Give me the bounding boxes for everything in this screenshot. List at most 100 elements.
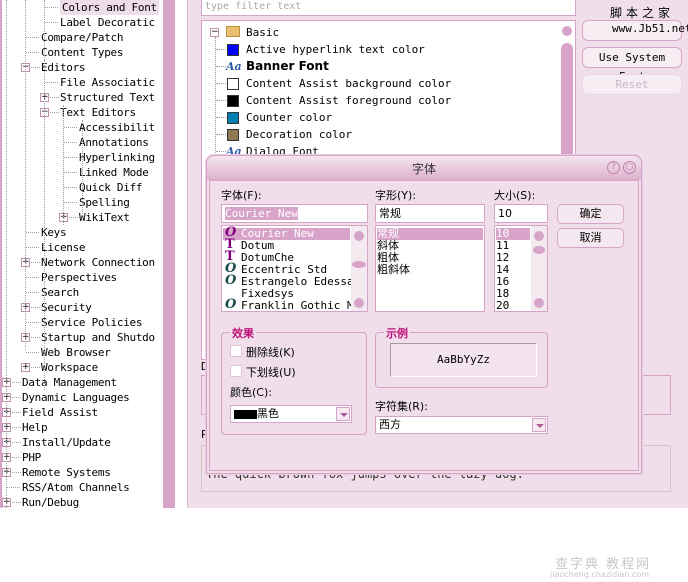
tree-item[interactable]: Content Types (2, 45, 163, 60)
style-label: 字形(Y): (375, 189, 417, 202)
opentype-font-icon: O (225, 297, 237, 312)
tree-item-label: Compare/Patch (41, 31, 124, 44)
filter-input[interactable]: type filter text (201, 0, 576, 16)
tree-item[interactable]: Service Policies (2, 315, 163, 330)
scroll-down-button[interactable] (354, 298, 364, 308)
tree-item[interactable]: + Install/Update (2, 435, 163, 450)
reset-button[interactable]: Reset (582, 74, 682, 95)
tree-item-label: Security (41, 301, 92, 314)
opentype-font-icon: O (225, 273, 237, 288)
collapse-icon[interactable]: − (210, 28, 219, 37)
tree-item[interactable]: + Workspace (2, 360, 163, 375)
tree-item-label: Quick Diff (79, 181, 143, 194)
tree-item[interactable]: RSS/Atom Channels (2, 480, 163, 495)
tree-item-label: Colors and Font (60, 0, 159, 15)
tree-item[interactable]: + Data Management (2, 375, 163, 390)
item-label: Banner Font (246, 59, 329, 73)
dialog-titlebar[interactable]: 字体 ? ○ (207, 156, 641, 180)
font-name: Franklin Gothic Me (241, 299, 361, 312)
category-label: Basic (246, 26, 280, 39)
tree-item[interactable]: + Dynamic Languages (2, 390, 163, 405)
tree-item-label: Web Browser (41, 346, 111, 359)
font-name-input[interactable]: Courier New (221, 204, 368, 223)
item-label: Content Assist background color (246, 77, 452, 90)
scroll-down-button[interactable] (534, 298, 544, 308)
color-select[interactable]: 黑色 (230, 405, 352, 423)
scroll-up-button[interactable] (534, 231, 544, 241)
tree-item-label: File Associatic (60, 76, 155, 89)
font-size-input[interactable]: 10 (494, 204, 548, 223)
cancel-button[interactable]: 取消 (557, 228, 624, 248)
close-icon[interactable]: ○ (623, 161, 636, 174)
charset-select[interactable]: 西方 (375, 416, 548, 434)
tree-item[interactable]: + Structured Text (2, 90, 163, 105)
tree-item-label: RSS/Atom Channels (22, 481, 130, 494)
font-list[interactable]: O Courier New T Dotum T DotumChe O Eccentric St… (221, 225, 368, 312)
color-font-item[interactable]: Decoration color (216, 126, 556, 143)
chevron-down-icon[interactable] (532, 418, 546, 432)
font-style-list[interactable]: 常规 斜体 粗体 粗斜体 (375, 225, 485, 312)
tree-item[interactable]: + Field Assist (2, 405, 163, 420)
tree-item-label: Accessibilit (79, 121, 155, 134)
style-list-item[interactable]: 粗斜体 (377, 264, 483, 276)
font-size-list[interactable]: 10 11 12 14 16 18 20 (494, 225, 548, 312)
scroll-up-button[interactable] (354, 231, 364, 241)
tree-item[interactable]: + Network Connection (2, 255, 163, 270)
size-list-item[interactable]: 20 (496, 300, 530, 312)
tree-item[interactable]: Label Decoratic (2, 15, 163, 30)
tree-item[interactable]: Search (2, 285, 163, 300)
sample-group: 示例 AaBbYyZz (375, 325, 548, 388)
color-font-item[interactable]: Active hyperlink text color (216, 41, 556, 58)
tree-item[interactable]: Keys (2, 225, 163, 240)
tree-item-label: Spelling (79, 196, 130, 209)
size-list-scrollbar[interactable] (531, 226, 547, 311)
chevron-down-icon[interactable] (336, 407, 350, 421)
tree-item[interactable]: + Remote Systems (2, 465, 163, 480)
tree-item-label: Install/Update (22, 436, 111, 449)
sample-title: 示例 (384, 325, 410, 341)
tree-item[interactable]: License (2, 240, 163, 255)
color-swatch-icon (227, 95, 239, 107)
tree-item[interactable]: Web Browser (2, 345, 163, 360)
tree-item[interactable]: + Security (2, 300, 163, 315)
tree-item[interactable]: File Associatic (2, 75, 163, 90)
color-font-item[interactable]: Aa Banner Font (216, 58, 556, 75)
strikeout-checkbox[interactable] (230, 345, 242, 357)
scroll-thumb[interactable] (533, 246, 545, 254)
preferences-tree[interactable]: Colors and Font Label Decoratic Compare/Pa… (0, 0, 163, 508)
tree-item-label: Structured Text (60, 91, 155, 104)
tree-item[interactable]: Compare/Patch (2, 30, 163, 45)
scroll-thumb[interactable] (352, 261, 366, 268)
tree-item-label: Hyperlinking (79, 151, 155, 164)
tree-item-label: Label Decoratic (60, 16, 155, 29)
ok-button[interactable]: 确定 (557, 204, 624, 224)
preferences-tree-scrollbar[interactable] (163, 0, 175, 508)
tree-guide-line (44, 0, 45, 60)
tree-guide-line (63, 105, 64, 225)
tree-item[interactable]: + Startup and Shutdo (2, 330, 163, 345)
use-system-font-button[interactable]: Use System Font (582, 47, 682, 83)
tree-item[interactable]: + Help (2, 420, 163, 435)
tree-guide-line (82, 120, 83, 220)
tree-item[interactable]: Colors and Font (2, 0, 163, 15)
color-swatch (234, 410, 257, 419)
tree-item-label: Data Management (22, 376, 117, 389)
tree-item[interactable]: − Editors (2, 60, 163, 75)
tree-item[interactable]: − Text Editors (2, 105, 163, 120)
expand-icon[interactable]: + (21, 363, 30, 372)
color-font-item[interactable]: Content Assist foreground color (216, 92, 556, 109)
color-font-item[interactable]: Counter color (216, 109, 556, 126)
color-font-item[interactable]: Content Assist background color (216, 75, 556, 92)
help-icon[interactable]: ? (607, 161, 620, 174)
size-label: 大小(S): (494, 189, 536, 202)
font-style-input[interactable]: 常规 (375, 204, 485, 223)
tree-item[interactable]: + PHP (2, 450, 163, 465)
font-list-scrollbar[interactable] (351, 226, 367, 311)
tree-item[interactable]: + Run/Debug (2, 495, 163, 508)
scroll-up-button[interactable] (562, 26, 572, 36)
underline-checkbox[interactable] (230, 365, 242, 377)
sash[interactable] (175, 0, 187, 508)
font-dialog: 字体 ? ○ 字体(F): 字形(Y): 大小(S): Courier New … (206, 155, 642, 474)
tree-item[interactable]: Perspectives (2, 270, 163, 285)
font-list-item[interactable]: O Franklin Gothic Me (223, 297, 360, 312)
